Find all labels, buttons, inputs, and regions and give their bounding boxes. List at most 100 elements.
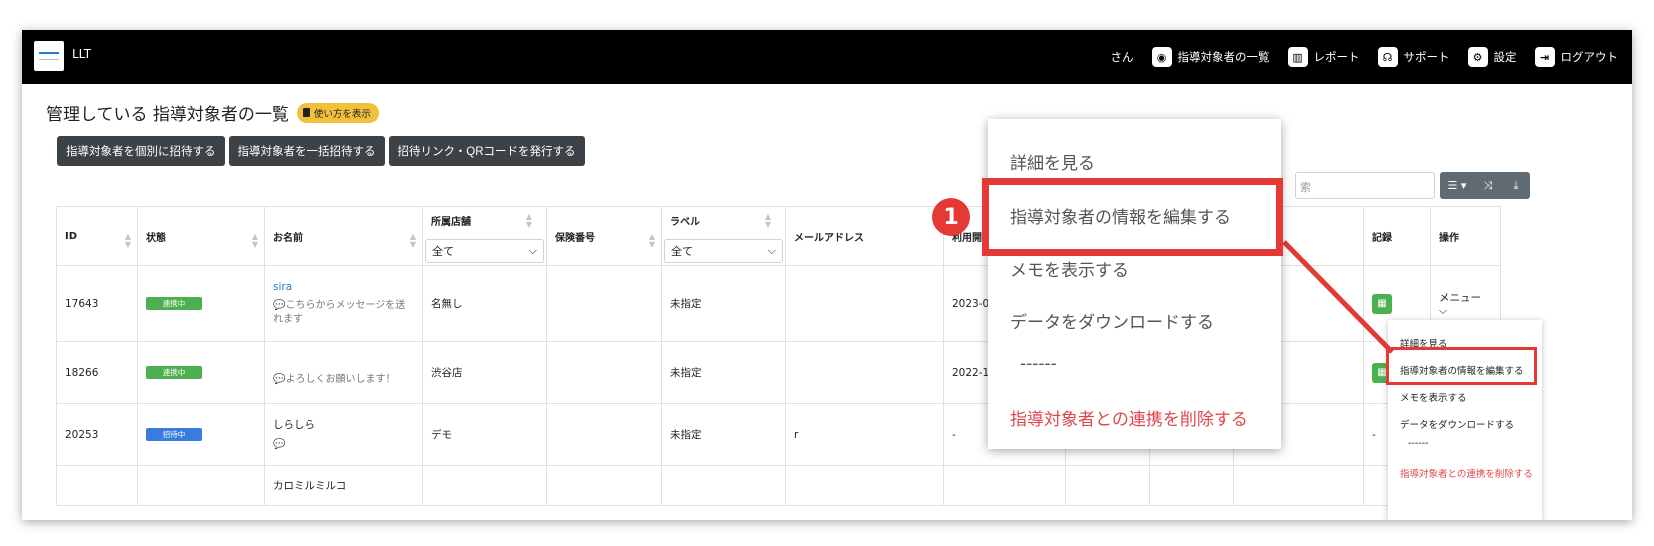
cell-insurance <box>546 465 662 506</box>
table-row: カロミルミルコ <box>56 465 1501 506</box>
step-number-badge: 1 <box>932 198 970 236</box>
col-header-name[interactable]: お名前 ▲ ▼ <box>264 206 423 266</box>
clients-table: ID ▲ ▼ 状態 ▲ ▼ お名前 ▲ ▼ 所属店舗 ▲ ▼ 全て ⌵ 保険番号 ▲ ▼ ラベル ▲ ▼ … <box>56 206 1501 506</box>
cell-hidden <box>1233 465 1364 506</box>
app-title: LLT <box>72 47 92 61</box>
zoom-menu-item-show-memo: メモを表示する <box>1010 261 1129 281</box>
cell-store: 名無し <box>422 265 547 342</box>
col-header-store[interactable]: 所属店舗 ▲ ▼ 全て ⌵ <box>422 206 547 266</box>
message-preview[interactable]: 💬こちらからメッセージを送れます <box>273 299 414 327</box>
col-header-email[interactable]: メールアドレス <box>785 206 944 266</box>
nav-menu: さん ◉ 指導対象者の一覧 ▥ レポート ☊ サポート ⚙ 設定 ⇥ ログアウト <box>1110 30 1619 84</box>
nav-item-report[interactable]: ▥ レポート <box>1287 47 1360 67</box>
zoom-menu-divider: ------ <box>1020 354 1057 374</box>
nav-item-clients[interactable]: ◉ 指導対象者の一覧 <box>1151 47 1270 67</box>
nav-item-label: レポート <box>1313 50 1360 64</box>
invite-buttons: 指導対象者を個別に招待する 指導対象者を一括招待する 招待リンク・QRコードを発… <box>57 136 585 166</box>
cell-id: 20253 <box>56 403 138 466</box>
col-header-record[interactable]: 記録 <box>1363 206 1431 266</box>
nav-item-logout[interactable]: ⇥ ログアウト <box>1534 47 1619 67</box>
cell-label: 未指定 <box>661 265 786 342</box>
table-tools: ☰ ▾ ⤨ ⤓ <box>1440 172 1530 199</box>
comments-icon: 💬 <box>273 439 286 450</box>
col-header-insurance[interactable]: 保険番号 ▲ ▼ <box>546 206 662 266</box>
menu-item-unlink-client[interactable]: 指導対象者との連携を削除する <box>1400 466 1533 480</box>
status-badge: 招待中 <box>146 428 202 441</box>
menu-item-show-memo[interactable]: メモを表示する <box>1400 390 1467 404</box>
nav-item-support[interactable]: ☊ サポート <box>1377 47 1450 67</box>
table-row: 20253 招待中 しらしら 💬 デモ 未指定 r - - <box>56 403 1501 466</box>
message-preview[interactable]: 💬 <box>273 438 414 452</box>
cell-start <box>943 465 1066 506</box>
cell-insurance <box>546 341 662 404</box>
shuffle-button[interactable]: ⤨ <box>1474 172 1502 199</box>
sort-icon: ▲ ▼ <box>764 212 771 229</box>
col-header-label[interactable]: ラベル ▲ ▼ 全て ⌵ <box>661 206 786 266</box>
nav-item-label: 指導対象者の一覧 <box>1177 50 1270 64</box>
cell-store <box>422 465 547 506</box>
zoom-menu-item-unlink-client: 指導対象者との連携を削除する <box>1010 410 1248 430</box>
col-header-status[interactable]: 状態 ▲ ▼ <box>137 206 265 266</box>
sort-icon: ▲ ▼ <box>251 232 258 249</box>
cell-email <box>785 465 944 506</box>
column-toggle-button[interactable]: ☰ ▾ <box>1440 172 1474 199</box>
row-menu-button[interactable]: メニュー <box>1439 292 1481 304</box>
issue-invite-link-button[interactable]: 招待リンク・QRコードを発行する <box>388 136 585 166</box>
app-logo[interactable] <box>34 41 64 71</box>
status-badge: 連携中 <box>146 366 202 379</box>
invite-individual-button[interactable]: 指導対象者を個別に招待する <box>57 136 225 166</box>
nav-item-label: ログアウト <box>1560 50 1619 64</box>
sort-icon: ▲ ▼ <box>124 232 131 249</box>
gear-icon: ⚙ <box>1467 47 1488 67</box>
message-preview[interactable]: 💬よろしくお願いします！ <box>273 373 414 387</box>
cell-name: カロミルミルコ <box>264 465 423 506</box>
bar-chart-icon: ▥ <box>1287 47 1308 67</box>
table-row: 18266 連携中 💬よろしくお願いします！ 渋谷店 未指定 2022-12 ▦ <box>56 341 1501 404</box>
download-button[interactable]: ⤓ <box>1502 172 1530 199</box>
cell-label: 未指定 <box>661 341 786 404</box>
menu-item-download-data[interactable]: データをダウンロードする <box>1400 417 1514 431</box>
chevron-down-icon: ⌵ <box>767 244 776 257</box>
col-header-id[interactable]: ID ▲ ▼ <box>56 206 138 266</box>
label-filter-select[interactable]: 全て ⌵ <box>664 239 783 263</box>
page-title-text: 管理している 指導対象者の一覧 <box>46 105 289 125</box>
top-navbar: LLT さん ◉ 指導対象者の一覧 ▥ レポート ☊ サポート ⚙ 設定 ⇥ ロ… <box>22 30 1632 84</box>
client-name-link[interactable]: sira <box>273 281 414 293</box>
nav-user-name: さん <box>1110 50 1134 64</box>
calendar-icon[interactable]: ▦ <box>1372 293 1392 314</box>
sort-icon: ▲ ▼ <box>409 232 416 249</box>
cell-insurance <box>546 403 662 466</box>
invite-bulk-button[interactable]: 指導対象者を一括招待する <box>228 136 385 166</box>
status-badge: 連携中 <box>146 297 202 310</box>
client-name[interactable]: カロミルミルコ <box>273 478 414 493</box>
book-icon <box>302 108 310 117</box>
shuffle-icon: ⤨ <box>1483 178 1493 192</box>
cell-name: 💬よろしくお願いします！ <box>264 341 423 404</box>
highlight-box-small <box>1386 347 1537 385</box>
cell-email <box>785 341 944 404</box>
help-button[interactable]: 使い方を表示 <box>296 102 379 123</box>
cell-status: 連携中 <box>137 341 265 404</box>
cell-hidden <box>1065 465 1150 506</box>
cell-name: sira 💬こちらからメッセージを送れます <box>264 265 423 342</box>
search-input[interactable]: 索 <box>1295 172 1435 199</box>
col-header-ops[interactable]: 操作 <box>1430 206 1501 266</box>
app-window: LLT さん ◉ 指導対象者の一覧 ▥ レポート ☊ サポート ⚙ 設定 ⇥ ロ… <box>22 30 1632 520</box>
help-label: 使い方を表示 <box>313 108 371 120</box>
headset-icon: ☊ <box>1377 47 1398 67</box>
zoom-menu-item-download-data: データをダウンロードする <box>1010 313 1214 333</box>
nav-item-settings[interactable]: ⚙ 設定 <box>1467 47 1517 67</box>
sort-icon: ▲ ▼ <box>525 212 532 229</box>
sort-icon: ▲ ▼ <box>648 232 655 249</box>
cell-id: 18266 <box>56 341 138 404</box>
nav-item-label: サポート <box>1403 50 1450 64</box>
cell-insurance <box>546 265 662 342</box>
store-filter-select[interactable]: 全て ⌵ <box>425 239 544 263</box>
table-row: 17643 連携中 sira 💬こちらからメッセージを送れます 名無し 未指定 … <box>56 265 1501 342</box>
cell-store: デモ <box>422 403 547 466</box>
page-title: 管理している 指導対象者の一覧 使い方を表示 <box>46 100 379 125</box>
cell-status <box>137 465 265 506</box>
chevron-down-icon: ⌵ <box>1439 304 1447 317</box>
client-name[interactable]: しらしら <box>273 417 414 432</box>
cell-id <box>56 465 138 506</box>
